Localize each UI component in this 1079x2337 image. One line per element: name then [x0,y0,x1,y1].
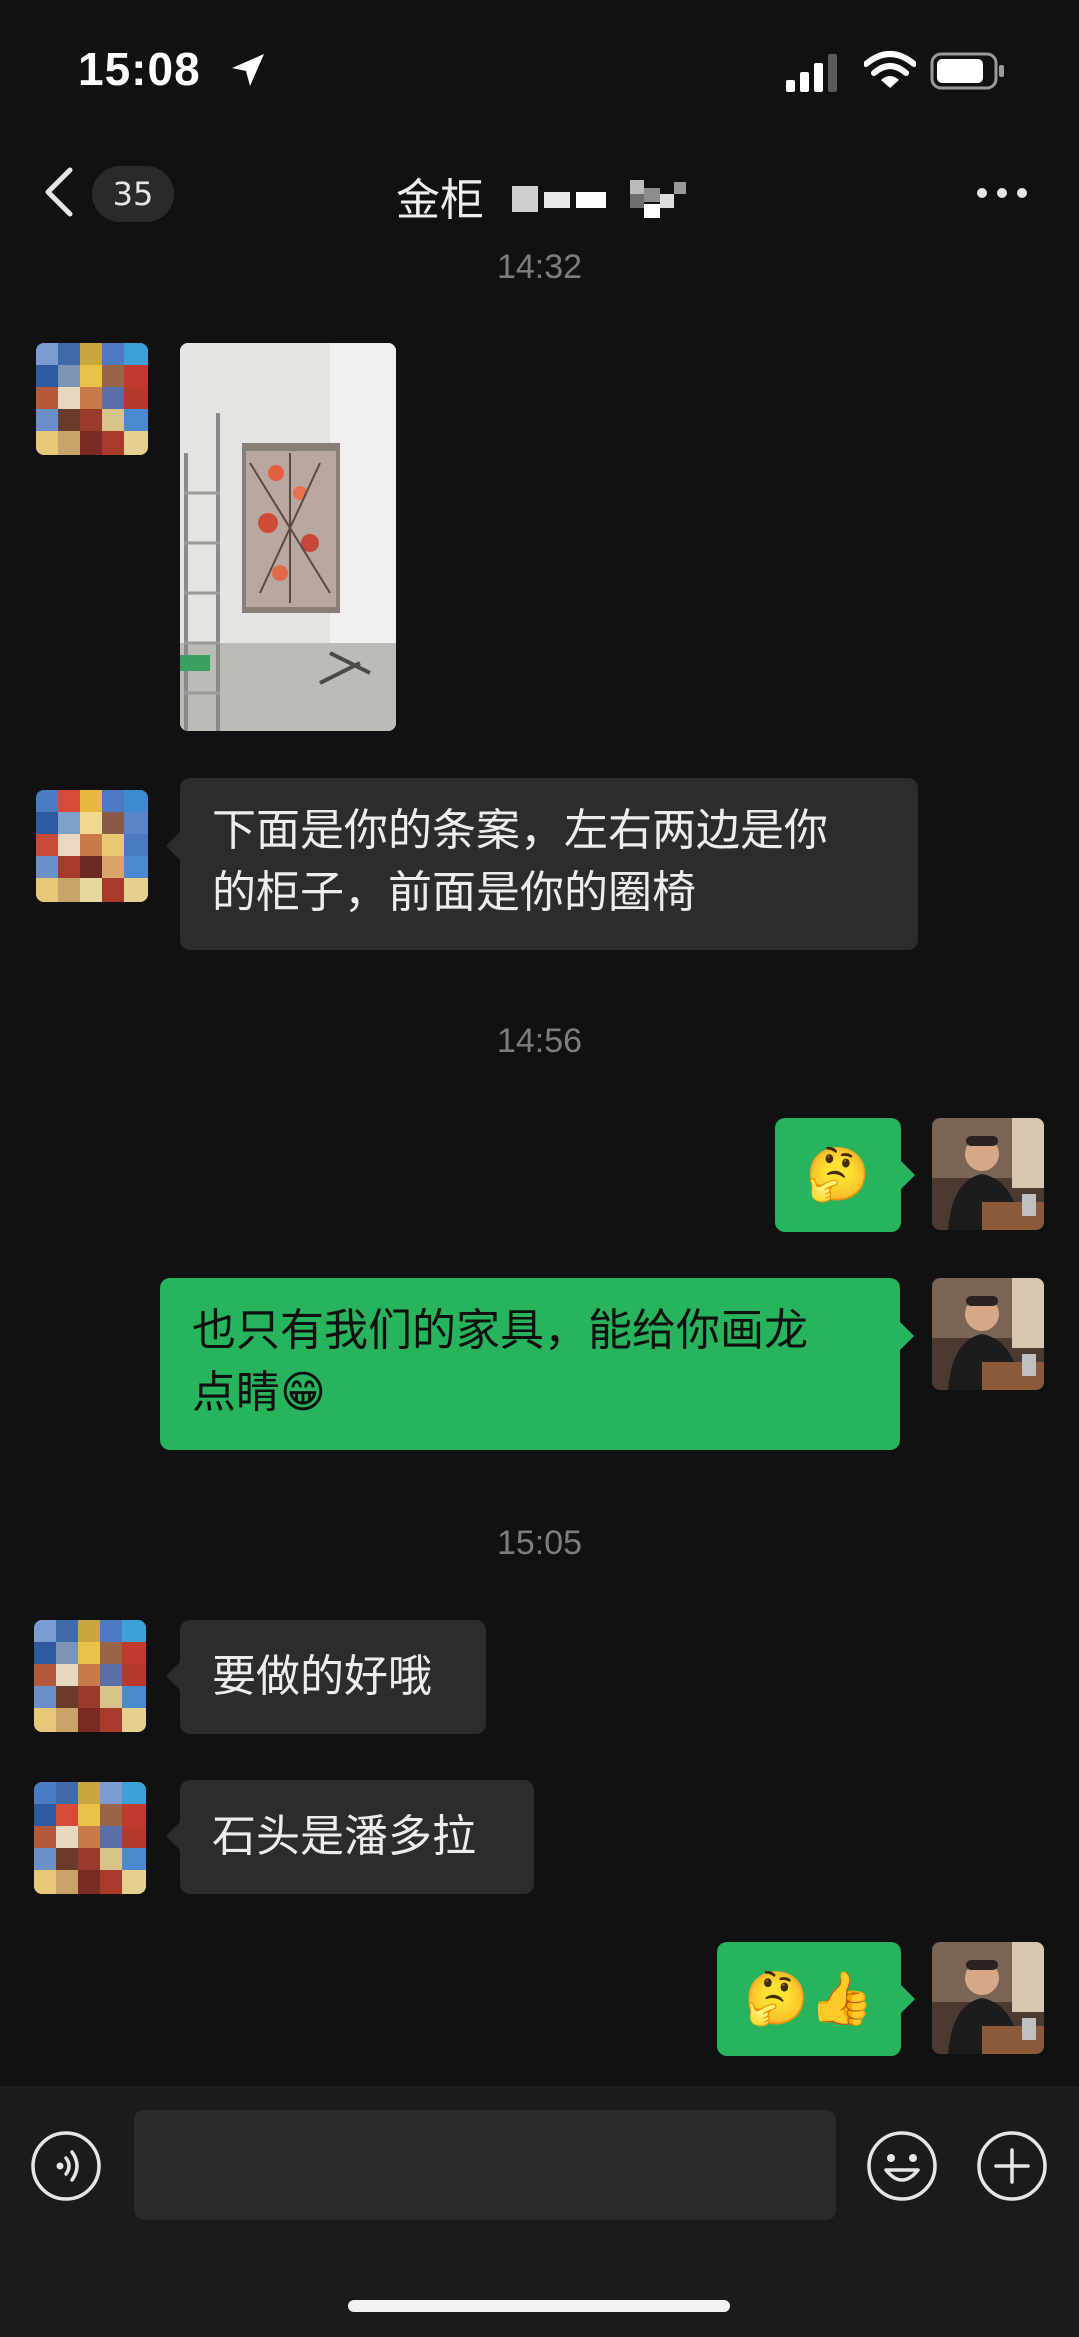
bubble-tail [166,1822,180,1850]
chat-title: 金柜 [396,175,484,226]
redacted-title-mosaic [512,180,686,218]
my-avatar[interactable] [932,1278,1044,1390]
bubble-tail [166,1662,180,1690]
bubble-tail [166,832,180,860]
contact-avatar[interactable] [34,1782,146,1894]
status-bar: 15:08 [0,0,1079,140]
outgoing-message-bubble[interactable]: 🤔 [775,1118,901,1232]
outgoing-message-bubble[interactable]: 🤔👍 [717,1942,901,2056]
message-input[interactable] [134,2110,836,2220]
incoming-message-bubble[interactable]: 下面是你的条案，左右两边是你 的柜子，前面是你的圈椅 [180,778,918,950]
message-line: 下面是你的条案，左右两边是你 [212,805,828,856]
bubble-tail [901,1985,915,2013]
bubble-tail [900,1322,914,1350]
unread-count-badge[interactable]: 35 [92,166,174,222]
home-indicator[interactable] [348,2300,730,2312]
voice-icon[interactable] [30,2130,102,2202]
wifi-icon [864,51,916,88]
contact-avatar[interactable] [36,343,148,455]
bubble-tail [901,1161,915,1189]
contact-avatar[interactable] [36,790,148,902]
timestamp: 15:05 [496,1524,583,1562]
timestamp: 14:56 [496,1022,583,1060]
message-line: 的柜子，前面是你的圈椅 [212,867,696,918]
message-line: 要做的好哦 [212,1651,432,1702]
incoming-message-bubble[interactable]: 要做的好哦 [180,1620,486,1734]
message-emoji: 🤔👍 [744,1969,874,2029]
message-line: 石头是潘多拉 [212,1811,476,1862]
contact-avatar[interactable] [34,1620,146,1732]
plus-icon[interactable] [976,2130,1048,2202]
shared-photo[interactable] [180,343,396,731]
incoming-message-bubble[interactable]: 石头是潘多拉 [180,1780,534,1894]
status-time: 15:08 [78,43,201,95]
timestamp: 14:32 [496,248,583,286]
message-line: 点睛😁 [192,1367,326,1418]
more-icon[interactable] [974,184,1030,202]
outgoing-message-bubble[interactable]: 也只有我们的家具，能给你画龙 点睛😁 [160,1278,900,1450]
my-avatar[interactable] [932,1942,1044,2054]
emoji-icon[interactable] [866,2130,938,2202]
battery-icon [930,52,1004,90]
my-avatar[interactable] [932,1118,1044,1230]
back-chevron-icon[interactable] [38,164,78,220]
chat-header: 35 金柜 [0,140,1079,250]
message-emoji: 🤔 [805,1145,871,1205]
signal-icon [786,54,837,92]
message-line: 也只有我们的家具，能给你画龙 [192,1305,808,1356]
location-arrow-icon [232,54,264,86]
